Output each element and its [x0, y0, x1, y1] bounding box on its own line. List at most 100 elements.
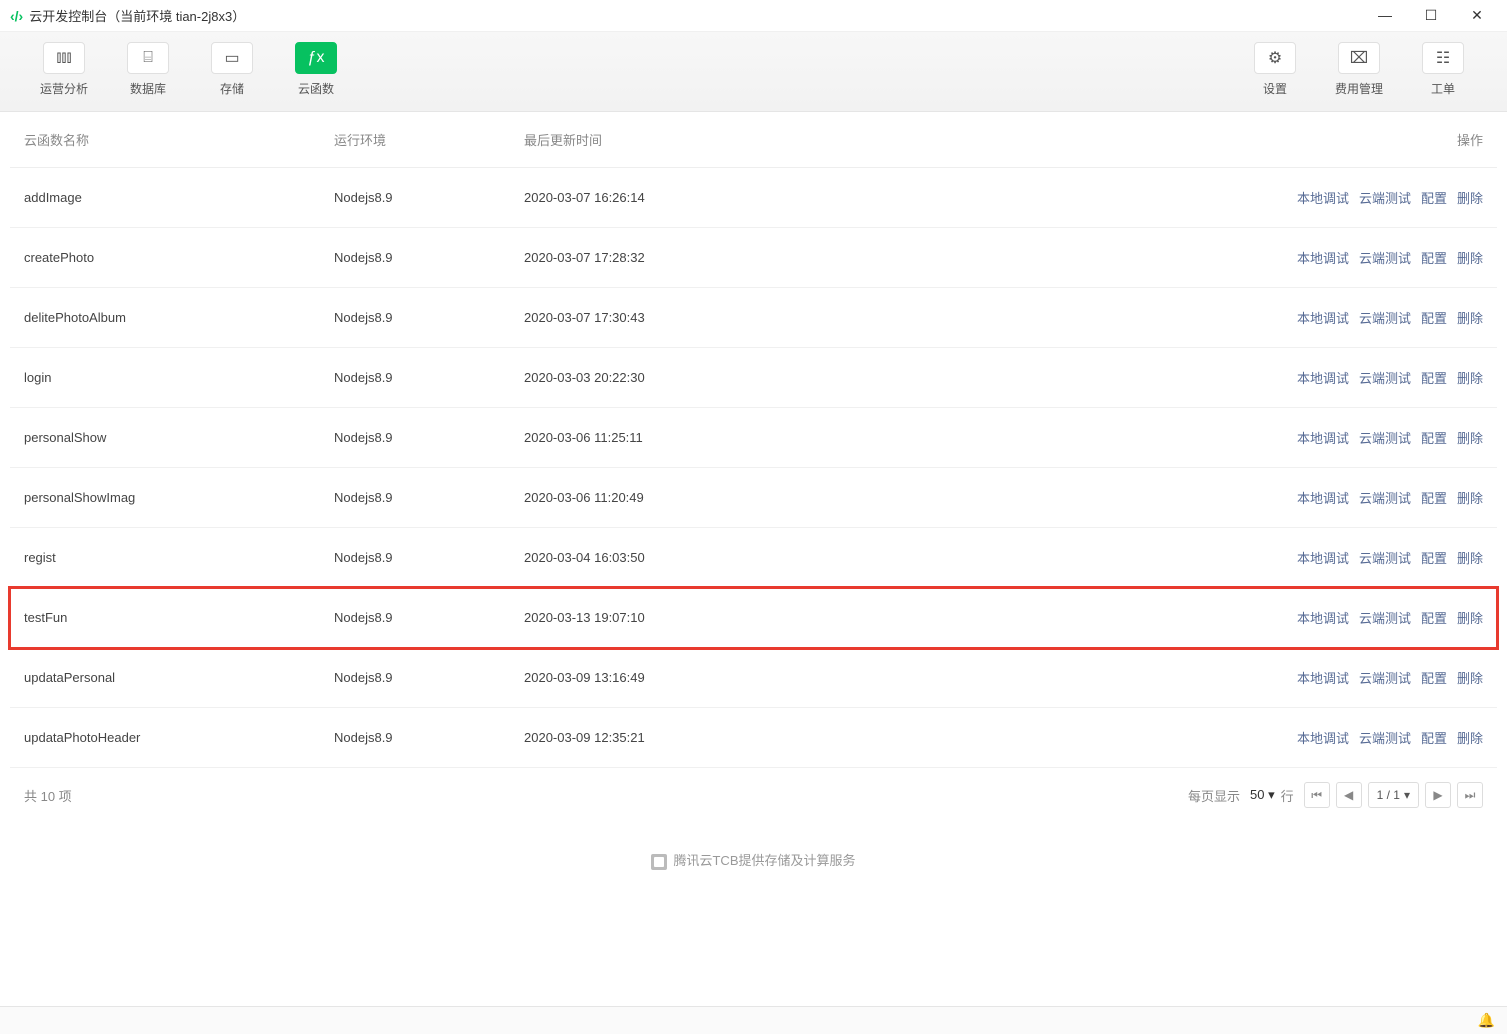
cloud-test-link[interactable]: 云端测试 — [1359, 731, 1411, 746]
bar-chart-icon: ⫾⫾⫾ — [43, 42, 85, 74]
close-button[interactable]: ✕ — [1467, 7, 1487, 24]
cloud-test-link[interactable]: 云端测试 — [1359, 251, 1411, 266]
cell-env: Nodejs8.9 — [320, 288, 510, 348]
cell-time: 2020-03-07 17:30:43 — [510, 288, 1237, 348]
table-row[interactable]: updataPhotoHeaderNodejs8.92020-03-09 12:… — [10, 708, 1497, 768]
table-row[interactable]: personalShowNodejs8.92020-03-06 11:25:11… — [10, 408, 1497, 468]
table-row[interactable]: updataPersonalNodejs8.92020-03-09 13:16:… — [10, 648, 1497, 708]
local-debug-link[interactable]: 本地调试 — [1297, 431, 1349, 446]
delete-link[interactable]: 删除 — [1457, 311, 1483, 326]
config-link[interactable]: 配置 — [1421, 731, 1447, 746]
local-debug-link[interactable]: 本地调试 — [1297, 371, 1349, 386]
per-page-select[interactable]: 50 ▾ — [1250, 787, 1275, 803]
table-row[interactable]: delitePhotoAlbumNodejs8.92020-03-07 17:3… — [10, 288, 1497, 348]
window-title: 云开发控制台（当前环境 tian-2j8x3） — [29, 6, 245, 25]
page-prev-button[interactable]: ◀ — [1336, 782, 1362, 808]
statusbar: 🔔 — [0, 1006, 1507, 1034]
table-row[interactable]: personalShowImagNodejs8.92020-03-06 11:2… — [10, 468, 1497, 528]
local-debug-link[interactable]: 本地调试 — [1297, 731, 1349, 746]
cloud-test-link[interactable]: 云端测试 — [1359, 431, 1411, 446]
delete-link[interactable]: 删除 — [1457, 191, 1483, 206]
toolbar-label: 费用管理 — [1317, 80, 1401, 97]
window-controls: — ☐ ✕ — [1375, 7, 1497, 24]
toolbar-item-ticket[interactable]: ☷工单 — [1401, 42, 1485, 97]
cell-name: delitePhotoAlbum — [10, 288, 320, 348]
toolbar-label: 设置 — [1233, 80, 1317, 97]
total-count-label: 共 10 项 — [24, 786, 72, 805]
delete-link[interactable]: 删除 — [1457, 251, 1483, 266]
per-page-label: 每页显示 — [1188, 786, 1240, 805]
cell-time: 2020-03-13 19:07:10 — [510, 588, 1237, 648]
toolbar-label: 数据库 — [106, 80, 190, 97]
maximize-button[interactable]: ☐ — [1421, 7, 1441, 24]
config-link[interactable]: 配置 — [1421, 611, 1447, 626]
col-header-env: 运行环境 — [320, 112, 510, 168]
config-link[interactable]: 配置 — [1421, 371, 1447, 386]
titlebar: ‹/› 云开发控制台（当前环境 tian-2j8x3） — ☐ ✕ — [0, 0, 1507, 32]
cloud-test-link[interactable]: 云端测试 — [1359, 311, 1411, 326]
table-row[interactable]: addImageNodejs8.92020-03-07 16:26:14本地调试… — [10, 168, 1497, 228]
cloud-test-link[interactable]: 云端测试 — [1359, 551, 1411, 566]
delete-link[interactable]: 删除 — [1457, 551, 1483, 566]
wallet-icon: ⌧ — [1338, 42, 1380, 74]
cell-actions: 本地调试云端测试配置删除 — [1237, 408, 1497, 468]
cell-env: Nodejs8.9 — [320, 588, 510, 648]
config-link[interactable]: 配置 — [1421, 491, 1447, 506]
page-first-button[interactable]: ⏮ — [1304, 782, 1330, 808]
delete-link[interactable]: 删除 — [1457, 491, 1483, 506]
toolbar-item-database[interactable]: ⌸数据库 — [106, 42, 190, 97]
toolbar-item-analytics[interactable]: ⫾⫾⫾运营分析 — [22, 42, 106, 97]
cell-time: 2020-03-07 17:28:32 — [510, 228, 1237, 288]
cloud-test-link[interactable]: 云端测试 — [1359, 371, 1411, 386]
local-debug-link[interactable]: 本地调试 — [1297, 671, 1349, 686]
local-debug-link[interactable]: 本地调试 — [1297, 251, 1349, 266]
cell-actions: 本地调试云端测试配置删除 — [1237, 228, 1497, 288]
toolbar-item-storage[interactable]: ▭存储 — [190, 42, 274, 97]
page-next-button[interactable]: ▶ — [1425, 782, 1451, 808]
delete-link[interactable]: 删除 — [1457, 731, 1483, 746]
table-row[interactable]: testFunNodejs8.92020-03-13 19:07:10本地调试云… — [10, 588, 1497, 648]
cell-name: addImage — [10, 168, 320, 228]
local-debug-link[interactable]: 本地调试 — [1297, 551, 1349, 566]
delete-link[interactable]: 删除 — [1457, 371, 1483, 386]
local-debug-link[interactable]: 本地调试 — [1297, 491, 1349, 506]
delete-link[interactable]: 删除 — [1457, 431, 1483, 446]
cell-name: personalShowImag — [10, 468, 320, 528]
toolbar-item-settings[interactable]: ⚙设置 — [1233, 42, 1317, 97]
cell-time: 2020-03-06 11:20:49 — [510, 468, 1237, 528]
config-link[interactable]: 配置 — [1421, 551, 1447, 566]
config-link[interactable]: 配置 — [1421, 431, 1447, 446]
delete-link[interactable]: 删除 — [1457, 611, 1483, 626]
config-link[interactable]: 配置 — [1421, 311, 1447, 326]
cloud-test-link[interactable]: 云端测试 — [1359, 491, 1411, 506]
cloud-test-link[interactable]: 云端测试 — [1359, 191, 1411, 206]
cell-actions: 本地调试云端测试配置删除 — [1237, 288, 1497, 348]
local-debug-link[interactable]: 本地调试 — [1297, 311, 1349, 326]
local-debug-link[interactable]: 本地调试 — [1297, 191, 1349, 206]
config-link[interactable]: 配置 — [1421, 191, 1447, 206]
cloud-test-link[interactable]: 云端测试 — [1359, 671, 1411, 686]
delete-link[interactable]: 删除 — [1457, 671, 1483, 686]
cell-actions: 本地调试云端测试配置删除 — [1237, 708, 1497, 768]
table-row[interactable]: loginNodejs8.92020-03-03 20:22:30本地调试云端测… — [10, 348, 1497, 408]
page-last-button[interactable]: ⏭ — [1457, 782, 1483, 808]
local-debug-link[interactable]: 本地调试 — [1297, 611, 1349, 626]
toolbar-item-functions[interactable]: ƒx云函数 — [274, 42, 358, 97]
tcb-credit: 腾讯云TCB提供存储及计算服务 — [10, 822, 1497, 898]
toolbar-item-billing[interactable]: ⌧ 费用管理 — [1317, 42, 1401, 97]
cell-time: 2020-03-09 12:35:21 — [510, 708, 1237, 768]
cell-env: Nodejs8.9 — [320, 648, 510, 708]
page-indicator[interactable]: 1 / 1 ▾ — [1368, 782, 1419, 808]
cell-time: 2020-03-03 20:22:30 — [510, 348, 1237, 408]
config-link[interactable]: 配置 — [1421, 671, 1447, 686]
minimize-button[interactable]: — — [1375, 7, 1395, 24]
cell-actions: 本地调试云端测试配置删除 — [1237, 648, 1497, 708]
notification-bell-icon[interactable]: 🔔 — [1478, 1012, 1495, 1029]
config-link[interactable]: 配置 — [1421, 251, 1447, 266]
cloud-test-link[interactable]: 云端测试 — [1359, 611, 1411, 626]
table-footer: 共 10 项 每页显示 50 ▾ 行 ⏮ ◀ 1 / 1 ▾ ▶ ⏭ — [10, 768, 1497, 822]
per-page-unit: 行 — [1281, 786, 1294, 805]
cell-time: 2020-03-04 16:03:50 — [510, 528, 1237, 588]
table-row[interactable]: createPhotoNodejs8.92020-03-07 17:28:32本… — [10, 228, 1497, 288]
table-row[interactable]: registNodejs8.92020-03-04 16:03:50本地调试云端… — [10, 528, 1497, 588]
